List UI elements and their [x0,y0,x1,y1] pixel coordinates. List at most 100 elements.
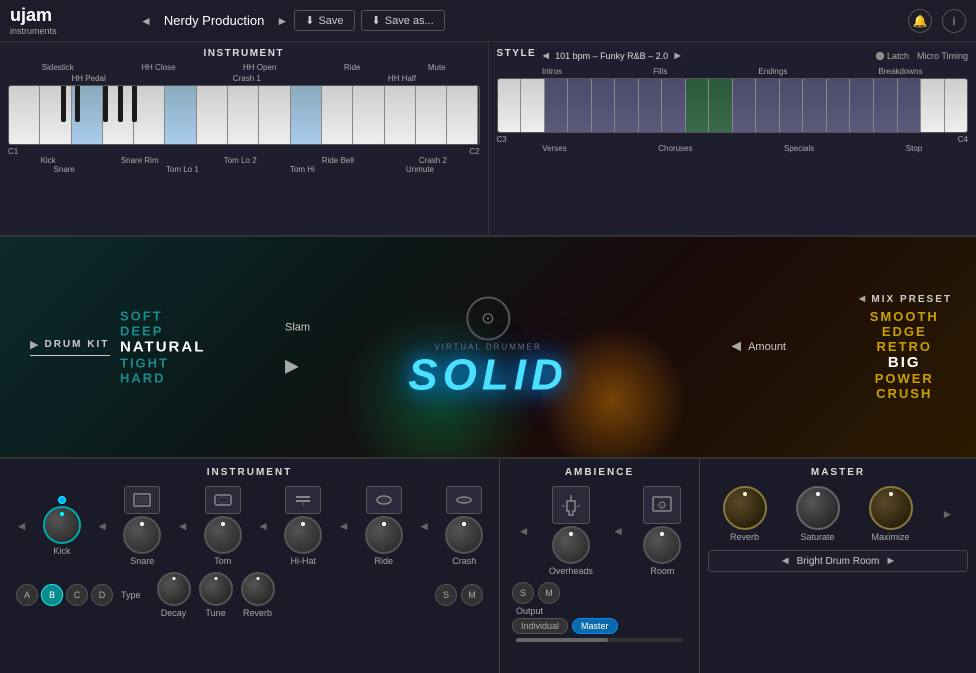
output-s-btn[interactable]: S [512,582,534,604]
white-key[interactable] [416,85,447,144]
style-nav-right[interactable]: ► [672,50,683,62]
tom-icon[interactable] [205,486,241,514]
white-key[interactable] [40,85,71,144]
white-key[interactable] [259,85,290,144]
drum-kit-play[interactable]: ▶ [30,338,38,351]
kit-style-tight[interactable]: TIGHT [120,356,205,371]
hihat-icon[interactable] [285,486,321,514]
style-pattern-key[interactable] [850,78,874,132]
style-white-key[interactable] [921,78,945,132]
style-keyboard[interactable] [497,78,969,133]
white-key[interactable] [103,85,134,144]
output-m-btn[interactable]: M [538,582,560,604]
kick-scroll[interactable]: ◄ [96,519,108,533]
master-saturate-knob[interactable] [796,486,840,530]
amount-arrow[interactable]: ◄ [728,338,744,356]
style-pattern-key[interactable] [756,78,780,132]
room-nav-left[interactable]: ◄ [780,555,791,567]
save-as-button[interactable]: ⬇ Save as... [361,10,445,31]
room-icon[interactable] [643,486,681,524]
s-btn[interactable]: S [435,584,457,606]
style-pattern-key[interactable] [780,78,804,132]
ride-scroll[interactable]: ◄ [338,519,350,533]
hihat-knob[interactable] [284,516,322,554]
kit-style-hard[interactable]: HARD [120,371,205,386]
type-btn-b[interactable]: B [41,584,63,606]
snare-knob[interactable] [123,516,161,554]
style-pattern-key[interactable] [898,78,922,132]
m-btn[interactable]: M [461,584,483,606]
style-pattern-key[interactable] [568,78,592,132]
room-nav-right[interactable]: ► [885,555,896,567]
ride-icon[interactable] [366,486,402,514]
master-reverb-knob[interactable] [723,486,767,530]
reverb-knob[interactable] [241,572,275,606]
latch-control[interactable]: Latch [876,51,909,61]
style-pattern-key[interactable] [545,78,569,132]
mix-style-smooth[interactable]: SMOOTH [857,309,952,324]
channel-scroll-left[interactable]: ◄ [16,519,28,533]
white-key[interactable] [447,85,478,144]
mix-style-big[interactable]: BIG [857,354,952,371]
style-pattern-key[interactable] [615,78,639,132]
master-maximize-knob[interactable] [869,486,913,530]
style-pattern-key[interactable] [662,78,686,132]
style-pattern-key[interactable] [733,78,757,132]
overheads-knob[interactable] [552,526,590,564]
style-active-key[interactable] [709,78,733,132]
ambience-scroll-left[interactable]: ◄ [518,524,530,538]
tom-scroll[interactable]: ◄ [257,519,269,533]
mix-style-retro[interactable]: RETRO [857,339,952,354]
style-pattern-key[interactable] [639,78,663,132]
white-key[interactable] [353,85,384,144]
tom-knob[interactable] [204,516,242,554]
mix-preset-arrow[interactable]: ◄ [857,293,868,305]
snare-scroll[interactable]: ◄ [177,519,189,533]
white-key[interactable] [228,85,259,144]
nav-right-arrow[interactable]: ► [276,14,288,28]
output-slider[interactable] [516,638,683,642]
type-btn-d[interactable]: D [91,584,113,606]
overheads-icon[interactable] [552,486,590,524]
individual-btn[interactable]: Individual [512,618,568,634]
style-white-key[interactable] [498,78,522,132]
crash-scroll[interactable]: ◄ [418,519,430,533]
white-key[interactable] [9,85,40,144]
instrument-keyboard[interactable] [8,85,480,145]
kit-style-natural[interactable]: NATURAL [120,339,205,356]
room-knob[interactable] [643,526,681,564]
nav-left-arrow[interactable]: ◄ [140,14,152,28]
tune-knob[interactable] [199,572,233,606]
snare-icon[interactable] [124,486,160,514]
mix-style-power[interactable]: POWER [857,371,952,386]
type-btn-a[interactable]: A [16,584,38,606]
crash-knob[interactable] [445,516,483,554]
style-pattern-key[interactable] [827,78,851,132]
style-pattern-key[interactable] [803,78,827,132]
decay-knob[interactable] [157,572,191,606]
mix-style-edge[interactable]: EDGE [857,324,952,339]
room-scroll[interactable]: ◄ [612,524,624,538]
kit-style-soft[interactable]: SOFT [120,309,205,324]
kit-style-deep[interactable]: DEEP [120,324,205,339]
notification-icon[interactable]: 🔔 [908,9,932,33]
mix-style-crush[interactable]: CRUSH [857,386,952,401]
style-active-key[interactable] [686,78,710,132]
ride-knob[interactable] [365,516,403,554]
master-expand[interactable]: ► [942,507,954,521]
white-key-active[interactable] [165,85,196,144]
white-key[interactable] [134,85,165,144]
type-btn-c[interactable]: C [66,584,88,606]
style-white-key[interactable] [521,78,545,132]
info-icon[interactable]: i [942,9,966,33]
white-key-active[interactable] [72,85,103,144]
style-pattern-key[interactable] [592,78,616,132]
white-key-active[interactable] [291,85,322,144]
master-toggle-btn[interactable]: Master [572,618,618,634]
save-button[interactable]: ⬇ Save [294,10,354,31]
kick-knob[interactable] [43,506,81,544]
crash-icon[interactable] [446,486,482,514]
style-nav-left[interactable]: ◄ [540,50,551,62]
style-white-key[interactable] [945,78,968,132]
white-key[interactable] [322,85,353,144]
